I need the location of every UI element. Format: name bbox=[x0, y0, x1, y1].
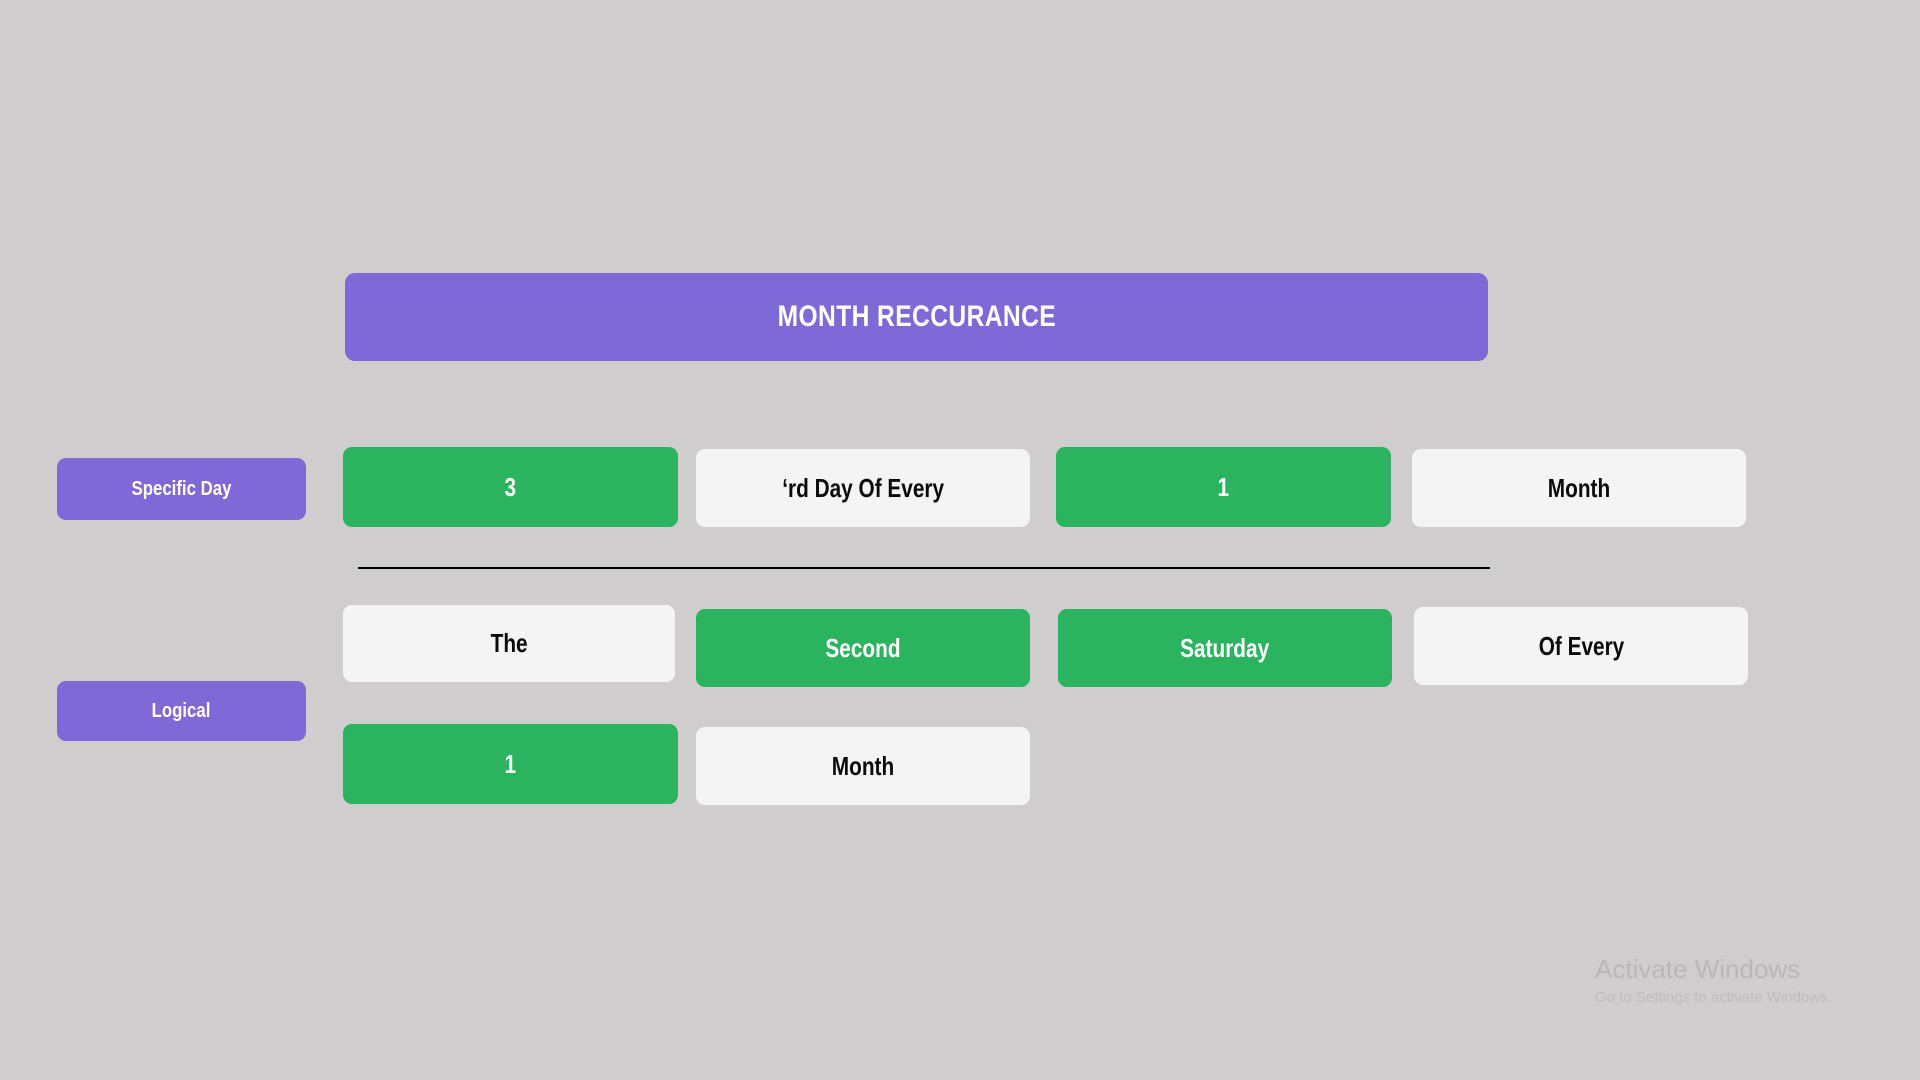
logical-label-of-every-text: Of Every bbox=[1538, 630, 1624, 661]
logical-label-the-text: The bbox=[490, 628, 528, 658]
logical-value-month-interval[interactable]: 1 bbox=[343, 724, 678, 804]
logical-value-month-interval-text: 1 bbox=[504, 748, 517, 779]
logical-value-ordinal-week-text: Second bbox=[825, 632, 901, 663]
logical-label-the[interactable]: The bbox=[343, 605, 675, 682]
logical-value-weekday-text: Saturday bbox=[1180, 632, 1270, 663]
logical-label-month[interactable]: Month bbox=[696, 727, 1030, 805]
specific-day-label-month-text: Month bbox=[1547, 472, 1611, 503]
month-recurrence-header: MONTH RECCURANCE bbox=[345, 273, 1488, 361]
specific-day-value-month-interval-text: 1 bbox=[1217, 471, 1230, 502]
category-label-specific-day-text: Specific Day bbox=[131, 477, 232, 500]
specific-day-label-ordinal-day[interactable]: ‘rd Day Of Every bbox=[696, 449, 1030, 527]
windows-activation-watermark: Activate Windows Go to Settings to activ… bbox=[1595, 954, 1895, 1007]
watermark-subtitle: Go to Settings to activate Windows. bbox=[1595, 988, 1832, 1006]
specific-day-label-ordinal-day-text: ‘rd Day Of Every bbox=[782, 472, 944, 503]
logical-label-of-every[interactable]: Of Every bbox=[1414, 607, 1748, 685]
category-label-specific-day[interactable]: Specific Day bbox=[57, 458, 306, 520]
specific-day-value-day-number[interactable]: 3 bbox=[343, 447, 678, 527]
specific-day-value-month-interval[interactable]: 1 bbox=[1056, 447, 1391, 527]
specific-day-label-month[interactable]: Month bbox=[1412, 449, 1746, 527]
logical-value-ordinal-week[interactable]: Second bbox=[696, 609, 1030, 687]
page-title: MONTH RECCURANCE bbox=[777, 300, 1056, 333]
app-screen: MONTH RECCURANCE Specific Day 3 ‘rd Day … bbox=[0, 0, 1920, 1080]
watermark-title: Activate Windows bbox=[1595, 954, 1801, 984]
category-label-logical-text: Logical bbox=[152, 699, 211, 722]
specific-day-value-day-number-text: 3 bbox=[504, 471, 517, 502]
logical-value-weekday[interactable]: Saturday bbox=[1058, 609, 1392, 687]
logical-label-month-text: Month bbox=[831, 750, 895, 781]
category-label-logical[interactable]: Logical bbox=[57, 681, 306, 741]
section-divider bbox=[358, 567, 1490, 569]
